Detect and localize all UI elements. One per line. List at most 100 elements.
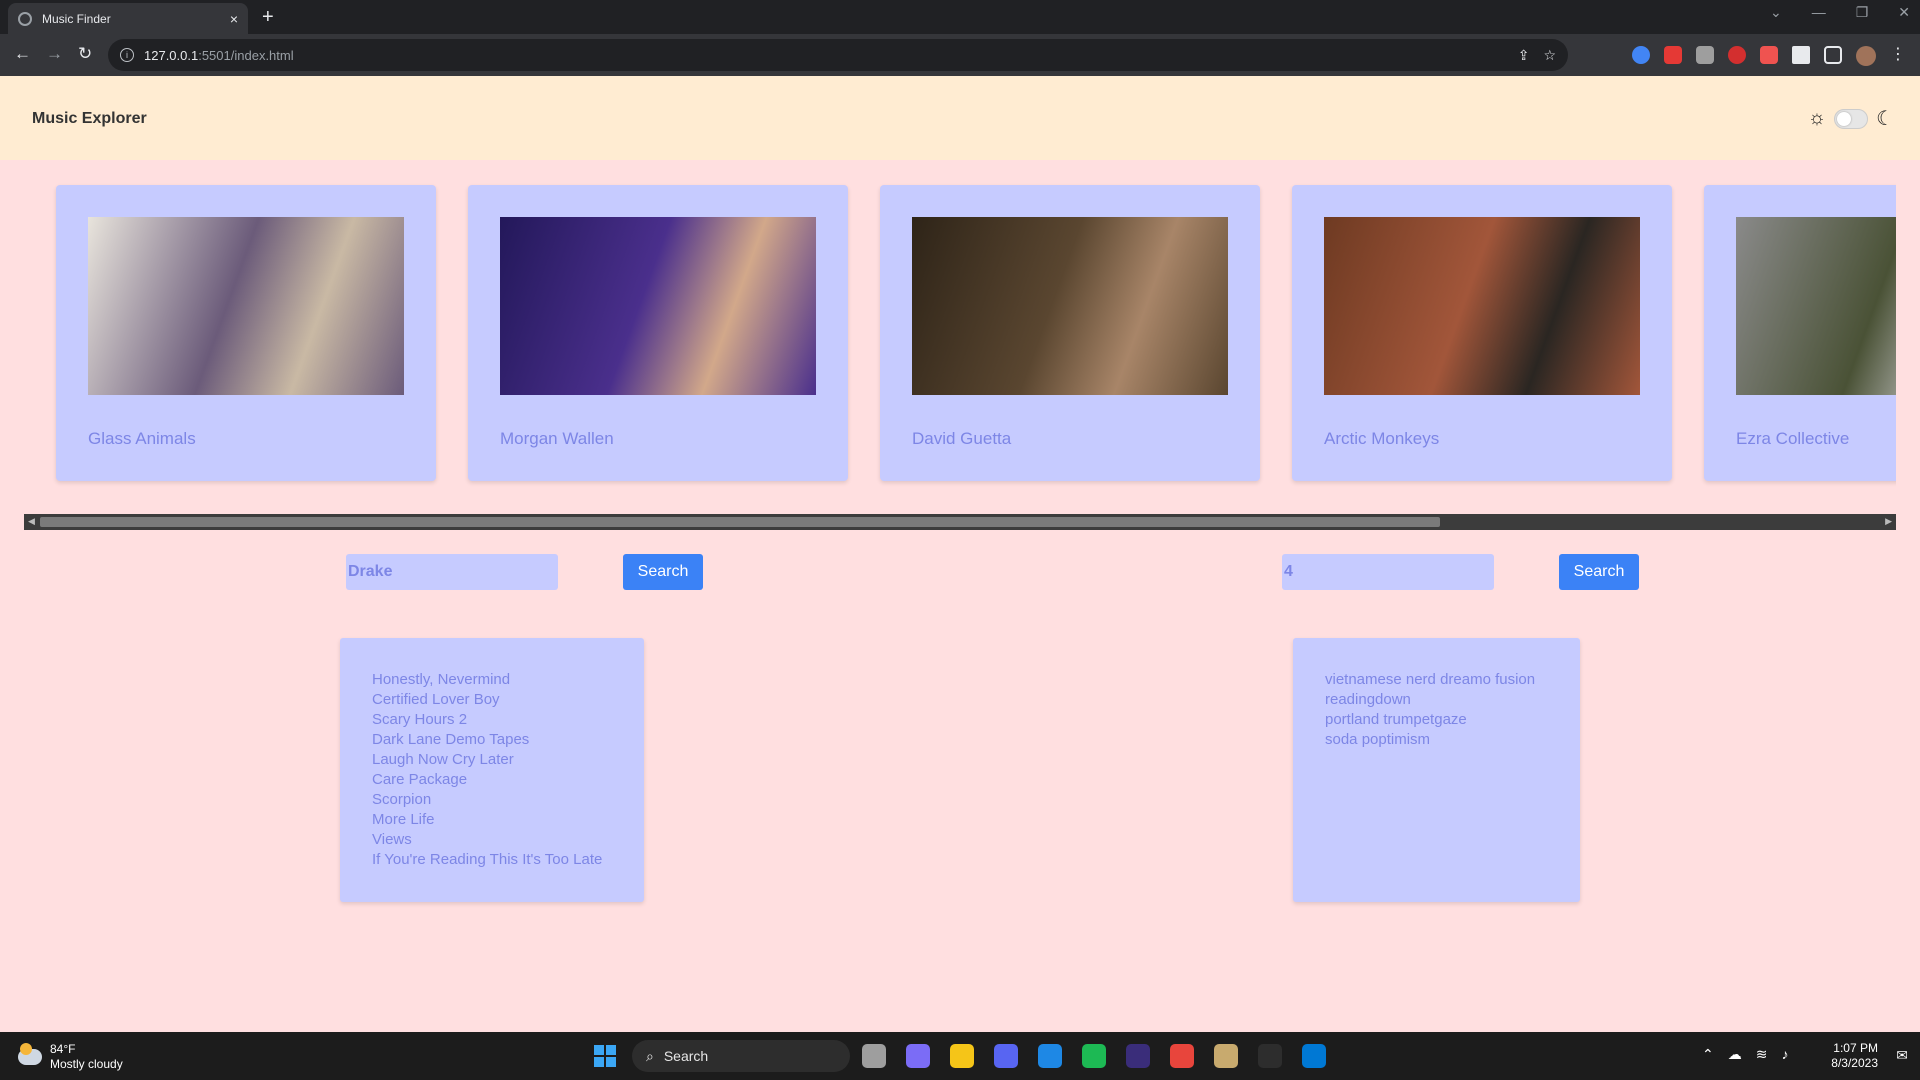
scrollbar-thumb[interactable]: [40, 517, 1440, 527]
album-list-item: Care Package: [372, 771, 468, 788]
artist-search-input[interactable]: [346, 554, 558, 590]
wifi-icon[interactable]: ≋: [1756, 1046, 1768, 1063]
artist-card[interactable]: Morgan Wallen: [468, 185, 848, 481]
artist-name: Morgan Wallen: [500, 429, 614, 448]
system-tray: ⌃ ☁ ≋ ♪: [1702, 1046, 1788, 1063]
genre-list-item: readingdown: [1325, 691, 1411, 708]
tab-title: Music Finder: [42, 11, 111, 26]
search-icon: ⌕: [646, 1047, 654, 1064]
minimize-button[interactable]: —: [1812, 4, 1826, 21]
extensions-area: ⋮: [1632, 46, 1906, 66]
genre-search-input[interactable]: [1282, 554, 1494, 590]
taskbar-app-icon[interactable]: [1214, 1044, 1238, 1068]
tab-search-icon[interactable]: ⌄: [1770, 4, 1782, 21]
partly-cloudy-icon: [18, 1043, 42, 1065]
globe-icon: [18, 11, 32, 26]
puzzle-icon[interactable]: [1792, 46, 1810, 64]
back-arrow-icon[interactable]: ←: [14, 44, 31, 64]
time: 1:07 PM: [1833, 1041, 1878, 1055]
taskbar-app-icon[interactable]: [906, 1044, 930, 1068]
extension-icon[interactable]: [1696, 46, 1714, 64]
site-title: Music Explorer: [32, 110, 147, 127]
artist-card[interactable]: Glass Animals: [56, 185, 436, 481]
notification-bell-icon[interactable]: ✉: [1896, 1047, 1908, 1064]
pinned-apps: [862, 1044, 1326, 1068]
restore-button[interactable]: ❐: [1856, 4, 1869, 21]
new-tab-button[interactable]: +: [262, 6, 274, 29]
taskbar-search[interactable]: ⌕ Search: [632, 1040, 850, 1072]
horizontal-scrollbar[interactable]: ◀ ▶: [24, 514, 1896, 530]
browser-tab[interactable]: Music Finder ×: [8, 3, 248, 34]
scroll-right-arrow-icon[interactable]: ▶: [1885, 516, 1892, 527]
artist-photo: [912, 217, 1228, 395]
taskbar-app-icon[interactable]: [1082, 1044, 1106, 1068]
taskbar-app-icon[interactable]: [1126, 1044, 1150, 1068]
theme-toggle: ☼ ☾: [1808, 106, 1894, 131]
taskbar-app-icon[interactable]: [862, 1044, 886, 1068]
volume-icon[interactable]: ♪: [1781, 1046, 1788, 1063]
artist-photo: [1324, 217, 1640, 395]
artist-card[interactable]: Ezra Collective: [1704, 185, 1896, 481]
browser-toolbar: ← → ↻ i 127.0.0.1:5501/index.html ⇪ ☆ ⋮: [0, 34, 1920, 76]
album-results-card: Honestly, Nevermind Certified Lover Boy Sc…: [340, 638, 644, 902]
extension-icon[interactable]: [1632, 46, 1650, 64]
side-panel-icon[interactable]: [1824, 46, 1842, 64]
artist-photo: [1736, 217, 1896, 395]
album-list-item: Honestly, Nevermind: [372, 671, 511, 688]
scroll-left-arrow-icon[interactable]: ◀: [28, 516, 35, 527]
album-list-item: Laugh Now Cry Later: [372, 751, 514, 768]
site-info-icon[interactable]: i: [120, 48, 134, 62]
windows-start-icon[interactable]: [594, 1045, 616, 1067]
date: 8/3/2023: [1831, 1056, 1878, 1070]
taskbar-app-icon[interactable]: [950, 1044, 974, 1068]
url-path: :5501/index.html: [198, 47, 294, 63]
extension-icon[interactable]: [1760, 46, 1778, 64]
close-tab-icon[interactable]: ×: [230, 11, 238, 27]
extension-icon[interactable]: [1664, 46, 1682, 64]
browser-tab-bar: Music Finder × + ⌄ — ❐ ✕: [0, 0, 1920, 34]
sun-icon: ☼: [1807, 107, 1827, 129]
site-header: Music Explorer ☼ ☾: [0, 76, 1920, 160]
chevron-up-icon[interactable]: ⌃: [1702, 1046, 1714, 1063]
album-list-item: Certified Lover Boy: [372, 691, 500, 708]
taskbar-app-icon[interactable]: [994, 1044, 1018, 1068]
artist-name: David Guetta: [912, 429, 1012, 448]
artist-photo: [88, 217, 404, 395]
album-list-item: More Life: [372, 811, 435, 828]
profile-avatar[interactable]: [1856, 46, 1876, 66]
artist-card[interactable]: Arctic Monkeys: [1292, 185, 1672, 481]
taskbar-app-icon[interactable]: [1302, 1044, 1326, 1068]
forward-arrow-icon[interactable]: →: [46, 44, 63, 64]
share-icon[interactable]: ⇪: [1518, 47, 1530, 64]
genre-list-item: vietnamese nerd dreamo fusion: [1325, 671, 1536, 688]
artist-card[interactable]: David Guetta: [880, 185, 1260, 481]
taskbar-search-label: Search: [663, 1048, 709, 1064]
bookmark-star-icon[interactable]: ☆: [1543, 47, 1556, 64]
album-list-item: If You're Reading This It's Too Late: [372, 851, 603, 868]
windows-taskbar: 84°F Mostly cloudy ⌕ Search ⌃ ☁ ≋ ♪ 1:07…: [0, 1032, 1920, 1080]
close-window-button[interactable]: ✕: [1898, 4, 1910, 21]
reload-icon[interactable]: ↻: [78, 44, 92, 64]
artist-name: Glass Animals: [88, 429, 196, 448]
taskbar-app-icon[interactable]: [1258, 1044, 1282, 1068]
dark-mode-switch[interactable]: [1834, 108, 1869, 129]
weather-condition: Mostly cloudy: [50, 1057, 123, 1071]
album-list-item: Views: [372, 831, 412, 848]
album-list-item: Scorpion: [372, 791, 432, 808]
menu-kebab-icon[interactable]: ⋮: [1890, 46, 1906, 66]
carousel-track: Glass Animals Morgan Wallen David Guetta Ar…: [24, 160, 1896, 506]
address-bar[interactable]: i 127.0.0.1:5501/index.html ⇪ ☆: [108, 39, 1568, 71]
clock[interactable]: 1:07 PM 8/3/2023: [1831, 1041, 1878, 1071]
genre-list-item: portland trumpetgaze: [1325, 711, 1467, 728]
artist-photo: [500, 217, 816, 395]
taskbar-app-icon[interactable]: [1038, 1044, 1062, 1068]
extension-icon[interactable]: [1728, 46, 1746, 64]
taskbar-app-icon[interactable]: [1170, 1044, 1194, 1068]
onedrive-cloud-icon[interactable]: ☁: [1728, 1046, 1742, 1063]
genre-search-button[interactable]: Search: [1559, 554, 1639, 590]
artist-carousel[interactable]: Glass Animals Morgan Wallen David Guetta Ar…: [24, 160, 1896, 532]
weather-widget[interactable]: 84°F Mostly cloudy: [18, 1042, 123, 1072]
album-list-item: Scary Hours 2: [372, 711, 468, 728]
artist-search-button[interactable]: Search: [623, 554, 703, 590]
genre-results-card: vietnamese nerd dreamo fusion readingdown…: [1293, 638, 1580, 902]
